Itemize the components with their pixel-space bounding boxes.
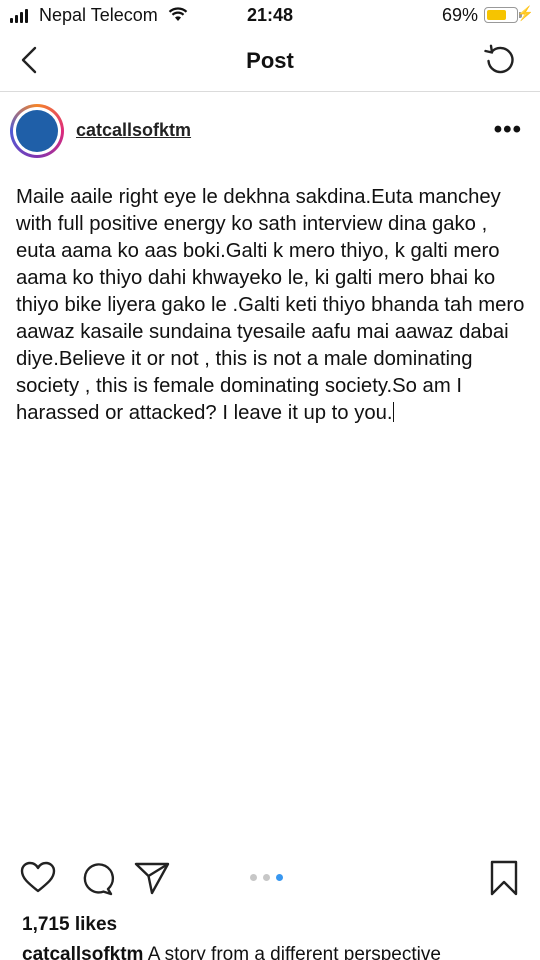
carousel-dot — [276, 874, 283, 881]
caption-text: A story from a different perspective — [147, 944, 441, 960]
more-horizontal-icon[interactable]: ••• — [494, 116, 522, 144]
bookmark-icon[interactable] — [484, 858, 524, 898]
post-header: catcallsofktm ••• — [0, 100, 540, 166]
refresh-icon[interactable] — [482, 42, 518, 78]
battery-icon — [484, 7, 518, 23]
likes-count[interactable]: 1,715 likes — [22, 914, 117, 936]
caption-username[interactable]: catcallsofktm — [22, 944, 143, 960]
share-icon[interactable] — [132, 858, 172, 898]
battery-level — [487, 10, 507, 20]
charging-icon: ⚡ — [516, 5, 534, 21]
carousel-dot — [263, 874, 270, 881]
text-cursor — [392, 402, 394, 422]
comment-icon[interactable] — [76, 858, 116, 898]
carousel-indicator — [250, 874, 283, 881]
avatar-image — [16, 110, 58, 152]
post-text: Maile aaile right eye le dekhna sakdina.… — [16, 184, 526, 427]
status-bar: Nepal Telecom 21:48 69% ⚡ — [0, 0, 540, 30]
post-text-content: Maile aaile right eye le dekhna sakdina.… — [16, 186, 525, 424]
avatar-border — [13, 107, 61, 155]
nav-bar: Post — [0, 30, 540, 92]
carousel-dot — [250, 874, 257, 881]
heart-icon[interactable] — [18, 858, 58, 898]
avatar[interactable] — [10, 104, 64, 158]
caption: catcallsofktm A story from a different p… — [22, 944, 540, 960]
action-bar — [0, 858, 540, 904]
battery-percent: 69% — [441, 5, 478, 25]
page-title: Post — [246, 48, 294, 73]
username-link[interactable]: catcallsofktm — [76, 120, 191, 141]
